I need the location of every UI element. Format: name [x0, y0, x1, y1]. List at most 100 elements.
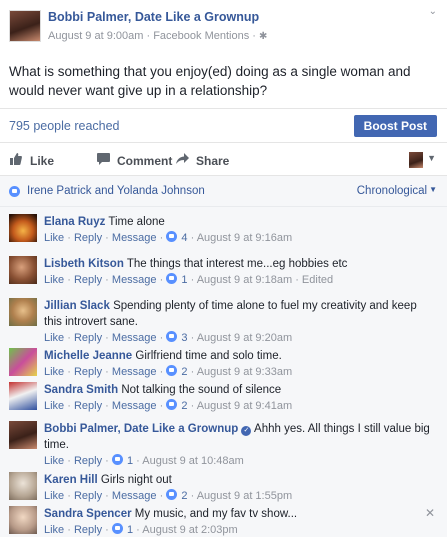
page-avatar[interactable]	[9, 10, 41, 42]
comment-like-link[interactable]: Like	[44, 490, 64, 502]
action-bar: Like Comment Share ▼	[0, 143, 447, 176]
comment-like-link[interactable]: Like	[44, 455, 64, 467]
comment-text: My music, and my fav tv show...	[134, 508, 298, 520]
avatar[interactable]	[9, 214, 37, 242]
comment-actions: Like · Reply · 1 · August 9 at 10:48am	[44, 453, 434, 469]
likers-link[interactable]: Irene Patrick and Yolanda Johnson	[27, 185, 205, 197]
gear-icon[interactable]: ✱	[259, 31, 267, 42]
avatar[interactable]	[9, 506, 37, 534]
dot-separator: ·	[67, 366, 71, 378]
share-button[interactable]: Share	[176, 153, 229, 168]
comment-like-link[interactable]: Like	[44, 524, 64, 536]
comment-timestamp[interactable]: August 9 at 9:41am	[197, 400, 292, 412]
post-date-link[interactable]: August 9 at 9:00am	[48, 30, 143, 42]
commenter-name[interactable]: Karen Hill	[44, 474, 98, 486]
avatar[interactable]	[9, 421, 37, 449]
comment-timestamp[interactable]: August 9 at 9:33am	[197, 366, 292, 378]
like-badge-icon	[166, 489, 178, 500]
dot-separator: ·	[105, 455, 109, 467]
comment-message-link[interactable]: Message	[112, 366, 157, 378]
comment-like-link[interactable]: Like	[44, 332, 64, 344]
dot-separator: ·	[105, 232, 109, 244]
comment-like-link[interactable]: Like	[44, 274, 64, 286]
comment-message-link[interactable]: Message	[112, 232, 157, 244]
dot-separator: ·	[159, 232, 164, 244]
close-icon[interactable]: ✕	[425, 506, 435, 520]
comment-reply-link[interactable]: Reply	[74, 400, 102, 412]
comment-like-link[interactable]: Like	[44, 232, 64, 244]
likers-bar: Irene Patrick and Yolanda Johnson Chrono…	[0, 176, 447, 207]
avatar[interactable]	[9, 298, 37, 326]
chevron-down-icon[interactable]: ⌄	[429, 6, 437, 17]
avatar[interactable]	[9, 472, 37, 500]
comment-timestamp[interactable]: August 9 at 9:16am	[197, 232, 292, 244]
like-count[interactable]: 4	[181, 232, 187, 244]
comment-reply-link[interactable]: Reply	[74, 455, 102, 467]
dot-separator: ·	[159, 490, 164, 502]
comment-text: The things that interest me...eg hobbies…	[126, 258, 348, 270]
comment-reply-link[interactable]: Reply	[74, 366, 102, 378]
like-count[interactable]: 1	[127, 524, 133, 536]
comment-timestamp[interactable]: August 9 at 9:20am	[197, 332, 292, 344]
comment-label: Comment	[117, 154, 173, 168]
like-count[interactable]: 3	[181, 332, 187, 344]
like-count[interactable]: 2	[181, 490, 187, 502]
comment-timestamp[interactable]: August 9 at 9:18am	[197, 274, 292, 286]
commenter-name[interactable]: Lisbeth Kitson	[44, 258, 124, 270]
page-name-link[interactable]: Bobbi Palmer, Date Like a Grownup	[48, 10, 259, 24]
commenter-name[interactable]: Sandra Spencer	[44, 508, 132, 520]
dot-separator: ·	[159, 366, 164, 378]
thumbs-up-icon	[10, 153, 24, 168]
dot-separator: ·	[105, 366, 109, 378]
posting-as-avatar[interactable]	[409, 152, 423, 168]
commenter-name[interactable]: Sandra Smith	[44, 384, 118, 396]
comment-message-link[interactable]: Message	[112, 332, 157, 344]
comment-button[interactable]: Comment	[97, 153, 172, 168]
like-count[interactable]: 1	[127, 455, 133, 467]
avatar[interactable]	[9, 348, 37, 376]
like-badge-icon	[166, 231, 178, 242]
comment-reply-link[interactable]: Reply	[74, 274, 102, 286]
verified-check-icon: ✓	[241, 426, 252, 436]
like-count[interactable]: 1	[181, 274, 187, 286]
like-count[interactable]: 2	[181, 400, 187, 412]
commenter-name[interactable]: Bobbi Palmer, Date Like a Grownup	[44, 423, 238, 435]
comment-like-link[interactable]: Like	[44, 366, 64, 378]
commenter-name[interactable]: Jillian Slack	[44, 300, 110, 312]
like-count[interactable]: 2	[181, 366, 187, 378]
dot-separator: ·	[159, 400, 164, 412]
avatar[interactable]	[9, 382, 37, 410]
meta-separator: ·	[146, 30, 151, 42]
like-button[interactable]: Like	[10, 153, 54, 168]
dot-separator: ·	[67, 455, 71, 467]
boost-post-button[interactable]: Boost Post	[353, 115, 437, 137]
comment-timestamp[interactable]: August 9 at 2:03pm	[142, 524, 237, 536]
like-badge-icon	[166, 331, 178, 342]
comment-icon	[97, 153, 111, 168]
comment-actions: Like · Reply · Message · 2 · August 9 at…	[44, 398, 434, 414]
comment-reply-link[interactable]: Reply	[74, 524, 102, 536]
people-reached-link[interactable]: 795 people reached	[9, 119, 120, 133]
edited-label[interactable]: Edited	[302, 274, 333, 286]
comment-actions: Like · Reply · Message · 4 · August 9 at…	[44, 230, 434, 246]
comment-timestamp[interactable]: August 9 at 10:48am	[142, 455, 244, 467]
comment-message-link[interactable]: Message	[112, 490, 157, 502]
comment-actions: Like · Reply · Message · 2 · August 9 at…	[44, 488, 434, 504]
comment-message-link[interactable]: Message	[112, 274, 157, 286]
dot-separator: ·	[159, 332, 164, 344]
dot-separator: ·	[105, 400, 109, 412]
comment-reply-link[interactable]: Reply	[74, 332, 102, 344]
avatar[interactable]	[9, 256, 37, 284]
commenter-name[interactable]: Michelle Jeanne	[44, 350, 132, 362]
like-badge-icon	[166, 399, 178, 410]
comment-message-link[interactable]: Message	[112, 400, 157, 412]
commenter-name[interactable]: Elana Ruyz	[44, 216, 105, 228]
comment-timestamp[interactable]: August 9 at 1:55pm	[197, 490, 292, 502]
dot-separator: ·	[105, 274, 109, 286]
comment-reply-link[interactable]: Reply	[74, 232, 102, 244]
comment-reply-link[interactable]: Reply	[74, 490, 102, 502]
post-meta: August 9 at 9:00am · Facebook Mentions ·…	[48, 30, 267, 42]
caret-down-icon[interactable]: ▼	[427, 153, 436, 163]
comment-like-link[interactable]: Like	[44, 400, 64, 412]
comment-sort-dropdown[interactable]: Chronological ▼	[357, 185, 437, 197]
